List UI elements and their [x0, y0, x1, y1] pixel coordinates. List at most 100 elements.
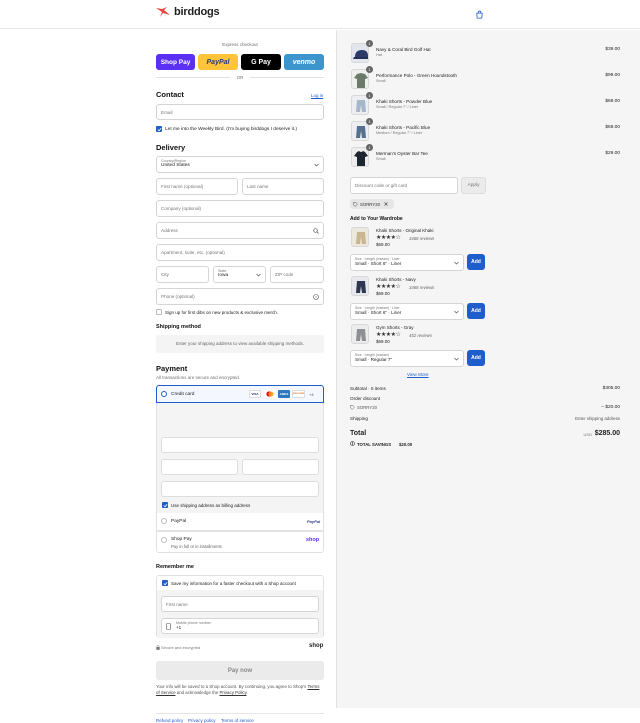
card-number-field[interactable]	[161, 437, 319, 453]
shop-pay-radio[interactable]	[161, 537, 167, 543]
billing-same-checkbox[interactable]	[162, 502, 168, 508]
discount-chip: SORRY20	[350, 199, 394, 209]
zip-field[interactable]: ZIP code	[270, 266, 324, 283]
chevron-down-icon	[256, 273, 261, 277]
address-field[interactable]: Address	[156, 222, 324, 239]
paypal-radio[interactable]	[161, 518, 167, 524]
state-select[interactable]: State Iowa	[213, 266, 266, 283]
or-label: OR	[230, 75, 250, 80]
credit-card-radio[interactable]	[161, 391, 167, 397]
upsell-add-button[interactable]: Add	[467, 303, 485, 319]
card-cvv-field[interactable]	[242, 459, 319, 475]
upsell-variant-select[interactable]: Size · Length (inseam) · Liner Small · S…	[350, 254, 464, 271]
phone-icon	[166, 623, 171, 630]
delivery-title: Delivery	[156, 143, 186, 152]
bird-logo-icon	[156, 7, 170, 17]
email-field[interactable]: Email	[156, 104, 324, 120]
shop-pay-option[interactable]: Shop Pay Pay in full or in installments …	[156, 531, 324, 553]
upsell-add-button[interactable]: Add	[467, 350, 485, 366]
cart-item-variant: Medium / Regular 7" / Liner	[376, 131, 423, 135]
legal-text: Your info will be saved to a Shop accoun…	[156, 684, 324, 696]
shop-pay-label: Shop Pay	[171, 537, 192, 542]
first-name-field[interactable]: First name (optional)	[156, 178, 238, 195]
last-name-field[interactable]: Last name	[242, 178, 324, 195]
subtotal-label: Subtotal · 5 items	[350, 386, 386, 391]
close-icon[interactable]	[384, 202, 388, 206]
savings-value: $20.00	[399, 441, 413, 447]
apply-button[interactable]: Apply	[461, 177, 486, 194]
upsell-add-label: Add	[471, 259, 481, 265]
shipping-notice: Enter your shipping address to view avai…	[156, 335, 324, 353]
discount-placeholder: Discount code or gift card	[355, 183, 408, 188]
cart-item-name: Navy & Coral Bird Golf Hat	[376, 47, 431, 52]
shop-pay-sublabel: Pay in full or in installments	[171, 544, 222, 549]
upsell-thumbnail	[351, 276, 369, 296]
tag-icon	[353, 201, 358, 207]
mastercard-icon	[264, 390, 276, 398]
credit-card-option[interactable]: Credit card VISA AMEX DISCOVER +4	[156, 385, 324, 403]
venmo-express-button[interactable]: venmo	[284, 54, 324, 70]
rating-stars: ★★★★☆	[376, 332, 401, 338]
help-icon[interactable]: ?	[313, 294, 319, 300]
save-info-checkbox[interactable]	[162, 580, 168, 586]
newsletter-checkbox[interactable]	[156, 126, 162, 132]
privacy-policy-link[interactable]: Privacy policy	[188, 718, 216, 723]
upsell-name: Khaki Shorts - Original Khaki	[376, 228, 434, 233]
brand-logo[interactable]: birddogs	[155, 6, 220, 18]
card-expiry-field[interactable]	[161, 459, 238, 475]
upsell-reviews: 3468 reviews	[409, 235, 435, 241]
mobile-value: +1	[176, 625, 182, 630]
view-more-link[interactable]: View More	[407, 372, 429, 377]
tshirt-icon	[354, 151, 368, 166]
sms-checkbox[interactable]	[156, 309, 162, 315]
upsell-add-label: Add	[471, 355, 481, 361]
country-value: United States	[161, 163, 190, 168]
checkout-form: Express checkout Shop Pay PayPal G Pay v…	[0, 30, 336, 723]
card-form: Use shipping address as billing address	[156, 403, 324, 531]
shop-logo: shop	[306, 537, 320, 543]
search-icon	[313, 228, 319, 234]
shorts-icon	[356, 232, 366, 244]
order-discount-label: Order discount	[350, 396, 381, 401]
card-name-field[interactable]	[161, 481, 319, 497]
chevron-down-icon	[314, 163, 319, 167]
discount-code-field[interactable]: Discount code or gift card	[350, 177, 458, 194]
terms-of-service-link[interactable]: Terms of service	[221, 718, 254, 723]
login-link[interactable]: Log in	[311, 93, 323, 98]
shopping-bag-icon[interactable]	[475, 10, 484, 19]
header: birddogs	[0, 0, 640, 29]
upsell-variant-select[interactable]: Size · Length (inseam) · Liner Small · S…	[350, 303, 464, 320]
total-value: $285.00	[594, 430, 620, 437]
cart-item-name: Performance Polo - Green Houndstooth	[376, 73, 457, 78]
company-field[interactable]: Company (optional)	[156, 200, 324, 217]
upsell-variant-select[interactable]: Size · Length (inseam) Small · Regular 7…	[350, 350, 464, 367]
savings-icon	[350, 441, 355, 446]
country-select[interactable]: Country/Region United States	[156, 156, 324, 173]
phone-field[interactable]: Phone (optional) ?	[156, 288, 324, 305]
paypal-express-button[interactable]: PayPal	[198, 54, 238, 70]
legal-and: and acknowledge the	[176, 690, 219, 695]
save-info-label: Save my information for a faster checkou…	[171, 580, 296, 586]
apartment-field[interactable]: Apartment, suite, etc. (optional)	[156, 244, 324, 261]
paypal-label: PayPal	[171, 518, 187, 524]
google-pay-express-button[interactable]: G Pay	[241, 54, 281, 70]
shorts-icon	[356, 281, 366, 293]
shop-wordmark: shop	[309, 643, 324, 649]
upsell-add-button[interactable]: Add	[467, 254, 485, 270]
remember-first-name-field[interactable]: First name	[161, 596, 319, 612]
shop-pay-express-button[interactable]: Shop Pay	[156, 54, 195, 70]
city-field[interactable]: City	[156, 266, 209, 283]
remember-box: Save my information for a faster checkou…	[156, 575, 324, 638]
cart-item-qty: 1	[366, 144, 373, 151]
apartment-placeholder: Apartment, suite, etc. (optional)	[161, 250, 225, 255]
cart-item-price: $99.00	[605, 73, 620, 78]
paypal-option[interactable]: PayPal PayPal	[156, 513, 324, 531]
cart-item-price: $69.00	[605, 125, 620, 130]
upsell-thumbnail	[351, 227, 369, 247]
mobile-phone-field[interactable]: Mobile phone number +1	[161, 618, 319, 634]
pay-now-button[interactable]: Pay now	[156, 661, 324, 680]
legal-end: .	[246, 690, 248, 695]
shop-privacy-link[interactable]: Privacy Policy	[220, 690, 247, 695]
cart-item-variant: Small / Regular 7" / Liner	[376, 105, 419, 109]
refund-policy-link[interactable]: Refund policy	[156, 718, 183, 723]
